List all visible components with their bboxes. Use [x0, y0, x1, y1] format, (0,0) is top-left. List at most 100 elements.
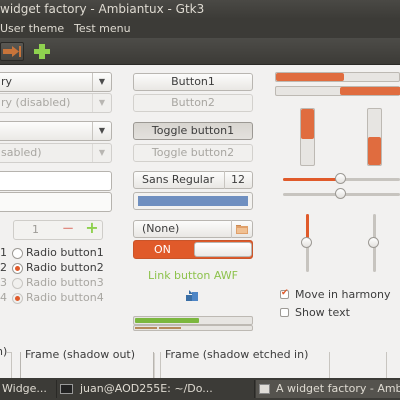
taskbar-item-terminal[interactable]: juan@AOD255E: ~/Do...	[58, 380, 255, 398]
scale-knob[interactable]	[368, 237, 379, 248]
taskbar-item-label: juan@AOD255E: ~/Do...	[80, 382, 213, 395]
window-title: widget factory - Ambiantux - Gtk3	[0, 2, 205, 16]
toolbar	[0, 38, 400, 65]
taskbar-item-widget-factory[interactable]: A widget factory - Amb...	[256, 380, 400, 398]
progress-bar-fill	[135, 318, 199, 323]
frame-label: n)	[0, 345, 8, 358]
progress-fill	[368, 137, 381, 165]
switch-label: ON	[154, 243, 171, 256]
window-title-bar: widget factory - Ambiantux - Gtk3	[0, 0, 400, 19]
dropdown-arrow-icon	[186, 290, 198, 301]
toolbar-add-button[interactable]	[30, 42, 54, 61]
file-chooser-value: (None)	[142, 222, 180, 235]
plus-icon[interactable]: +	[82, 218, 102, 237]
vertical-scale-1[interactable]	[301, 214, 312, 272]
radio-icon	[12, 263, 23, 274]
level-bar-segment	[135, 327, 157, 329]
check-label: Move in harmony	[295, 288, 391, 301]
taskbar-item[interactable]: Widge...	[0, 380, 57, 398]
taskbar-item-label: Widge...	[2, 382, 47, 395]
scale-knob[interactable]	[335, 188, 346, 199]
text-entry[interactable]	[0, 171, 112, 191]
combo-box-disabled-value: ry (disabled)	[1, 96, 71, 109]
combo-box-value: ry	[1, 75, 13, 88]
radio-index: 3	[0, 276, 7, 289]
progress-fill	[340, 87, 400, 95]
radio-label: Radio button2	[26, 261, 104, 274]
horizontal-scale-2[interactable]	[283, 188, 400, 199]
vertical-progress-2	[367, 108, 382, 166]
radio-row: 4 Radio button4	[0, 291, 130, 305]
progress-fill	[276, 73, 344, 81]
terminal-icon	[60, 384, 73, 394]
taskbar-item-label: A widget factory - Amb...	[276, 382, 400, 395]
spin-button-value: 1	[32, 223, 39, 236]
combo-box-entry[interactable]: ▼	[0, 121, 112, 141]
radio-icon	[12, 293, 23, 304]
radio-label: Radio button4	[26, 291, 104, 304]
switch-handle[interactable]	[194, 242, 252, 257]
combo-box-entry-disabled: sabled) ▼	[0, 143, 112, 163]
scale-knob[interactable]	[301, 237, 312, 248]
button1[interactable]: Button1	[133, 73, 253, 91]
text-entry-secondary[interactable]	[0, 192, 112, 212]
button2-disabled: Button2	[133, 94, 253, 112]
radio-label: Radio button1	[26, 246, 104, 259]
radio-icon	[12, 248, 23, 259]
radio-index: 1	[0, 246, 7, 259]
radio-index: 2	[0, 261, 7, 274]
minus-icon[interactable]: −	[58, 219, 78, 237]
level-bar-segment	[159, 327, 181, 329]
radio-row[interactable]: 1 Radio button1	[0, 246, 130, 260]
menu-bar: User theme Test menu	[0, 19, 400, 38]
menu-user-theme[interactable]: User theme	[0, 19, 64, 38]
toggle-button2-disabled: Toggle button2	[133, 144, 253, 162]
horizontal-progress-1	[275, 72, 400, 82]
progress-bar	[133, 316, 253, 325]
frame-label: Frame (shadow etched in)	[165, 348, 309, 361]
menu-test-menu[interactable]: Test menu	[74, 19, 131, 38]
checkbox-icon	[280, 308, 289, 317]
progress-fill	[301, 109, 314, 139]
radio-row: 3 Radio button3	[0, 276, 130, 290]
frame-label: Frame (shadow out)	[25, 348, 136, 361]
switch[interactable]: ON	[133, 240, 253, 259]
radio-label: Radio button3	[26, 276, 104, 289]
folder-open-icon	[236, 225, 248, 234]
window-icon	[259, 384, 270, 394]
font-button-size: 12	[231, 173, 245, 186]
font-button[interactable]: Sans Regular 12	[133, 171, 253, 189]
font-button-name: Sans Regular	[142, 173, 215, 186]
toolbar-goto-last-button[interactable]	[0, 42, 24, 61]
combo-box-disabled: ry (disabled) ▼	[0, 93, 112, 113]
combo-box[interactable]: ry ▼	[0, 72, 112, 92]
radio-index: 4	[0, 291, 7, 304]
horizontal-progress-2	[275, 86, 400, 96]
link-button[interactable]: Link button AWF	[133, 269, 253, 282]
scale-knob[interactable]	[335, 173, 346, 184]
add-icon	[34, 44, 50, 59]
chevron-down-icon: ▼	[92, 73, 111, 91]
radio-row[interactable]: 2 Radio button2	[0, 261, 130, 275]
check-label: Show text	[295, 306, 350, 319]
combo-box-entry-disabled-value: sabled)	[1, 146, 42, 159]
scale-fill	[283, 178, 340, 181]
file-chooser-button[interactable]: (None)	[133, 220, 253, 238]
chevron-down-icon: ▼	[92, 94, 111, 112]
chevron-down-icon: ▼	[92, 122, 111, 140]
color-swatch	[138, 196, 248, 206]
taskbar: Widge... juan@AOD255E: ~/Do... A widget …	[0, 378, 400, 400]
level-bar	[133, 325, 253, 331]
radio-icon	[12, 278, 23, 289]
spin-button[interactable]: 1 − +	[13, 218, 103, 240]
vertical-scale-2[interactable]	[368, 214, 379, 272]
chevron-down-icon: ▼	[92, 144, 111, 162]
horizontal-scale-1[interactable]	[283, 173, 400, 184]
color-button[interactable]	[133, 192, 253, 210]
goto-last-icon	[3, 46, 21, 57]
vertical-progress-1	[300, 108, 315, 166]
toggle-button1[interactable]: Toggle button1	[133, 122, 253, 140]
check-show-text[interactable]: Show text	[280, 306, 400, 320]
checkbox-checked-icon	[280, 288, 289, 299]
check-move-in-harmony[interactable]: Move in harmony	[280, 288, 400, 302]
